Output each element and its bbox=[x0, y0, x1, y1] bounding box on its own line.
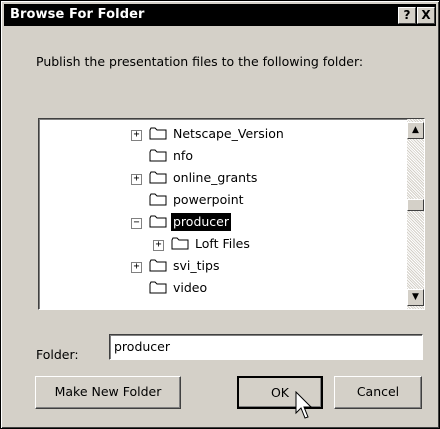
dialog-title: Browse For Folder bbox=[10, 7, 145, 22]
tree-item-label: online_grants bbox=[173, 170, 258, 185]
tree-item-label: nfo bbox=[173, 148, 193, 163]
scroll-down-button[interactable]: ▼ bbox=[407, 289, 424, 306]
mouse-cursor-icon bbox=[295, 391, 313, 419]
cancel-button[interactable]: Cancel bbox=[334, 376, 422, 409]
expand-icon[interactable]: + bbox=[153, 240, 164, 251]
folder-icon bbox=[149, 171, 167, 184]
browse-for-folder-dialog: Browse For Folder ? X Publish the presen… bbox=[0, 0, 440, 429]
folder-icon bbox=[149, 259, 167, 272]
folder-icon bbox=[149, 281, 167, 294]
tree-item-label: svi_tips bbox=[173, 258, 220, 273]
vertical-scrollbar[interactable]: ▲ ▼ bbox=[407, 119, 424, 309]
make-new-folder-button[interactable]: Make New Folder bbox=[35, 376, 181, 409]
tree-item-label: video bbox=[173, 280, 208, 295]
help-button[interactable]: ? bbox=[398, 7, 416, 24]
collapse-icon[interactable]: − bbox=[131, 218, 142, 229]
expand-icon[interactable]: + bbox=[131, 174, 142, 185]
open-folder-icon bbox=[149, 215, 167, 228]
instruction-text: Publish the presentation files to the fo… bbox=[36, 54, 364, 69]
folder-icon bbox=[171, 237, 189, 250]
tree-item-label: producer bbox=[171, 213, 232, 231]
folder-input[interactable]: producer bbox=[109, 334, 423, 360]
expand-icon[interactable]: + bbox=[131, 130, 142, 141]
folder-tree[interactable]: + Netscape_Version nfo + online_grants p… bbox=[38, 118, 425, 310]
folder-icon bbox=[149, 127, 167, 140]
tree-item-label: Netscape_Version bbox=[173, 126, 284, 141]
scroll-up-button[interactable]: ▲ bbox=[407, 122, 424, 139]
title-bar[interactable]: Browse For Folder ? X bbox=[4, 4, 436, 26]
folder-icon bbox=[149, 149, 167, 162]
expand-icon[interactable]: + bbox=[131, 262, 142, 273]
scroll-thumb[interactable] bbox=[407, 199, 424, 211]
folder-label: Folder: bbox=[36, 347, 79, 362]
tree-item-label: powerpoint bbox=[173, 192, 244, 207]
folder-icon bbox=[149, 193, 167, 206]
tree-item-label: Loft Files bbox=[195, 236, 250, 251]
close-button[interactable]: X bbox=[417, 7, 435, 24]
